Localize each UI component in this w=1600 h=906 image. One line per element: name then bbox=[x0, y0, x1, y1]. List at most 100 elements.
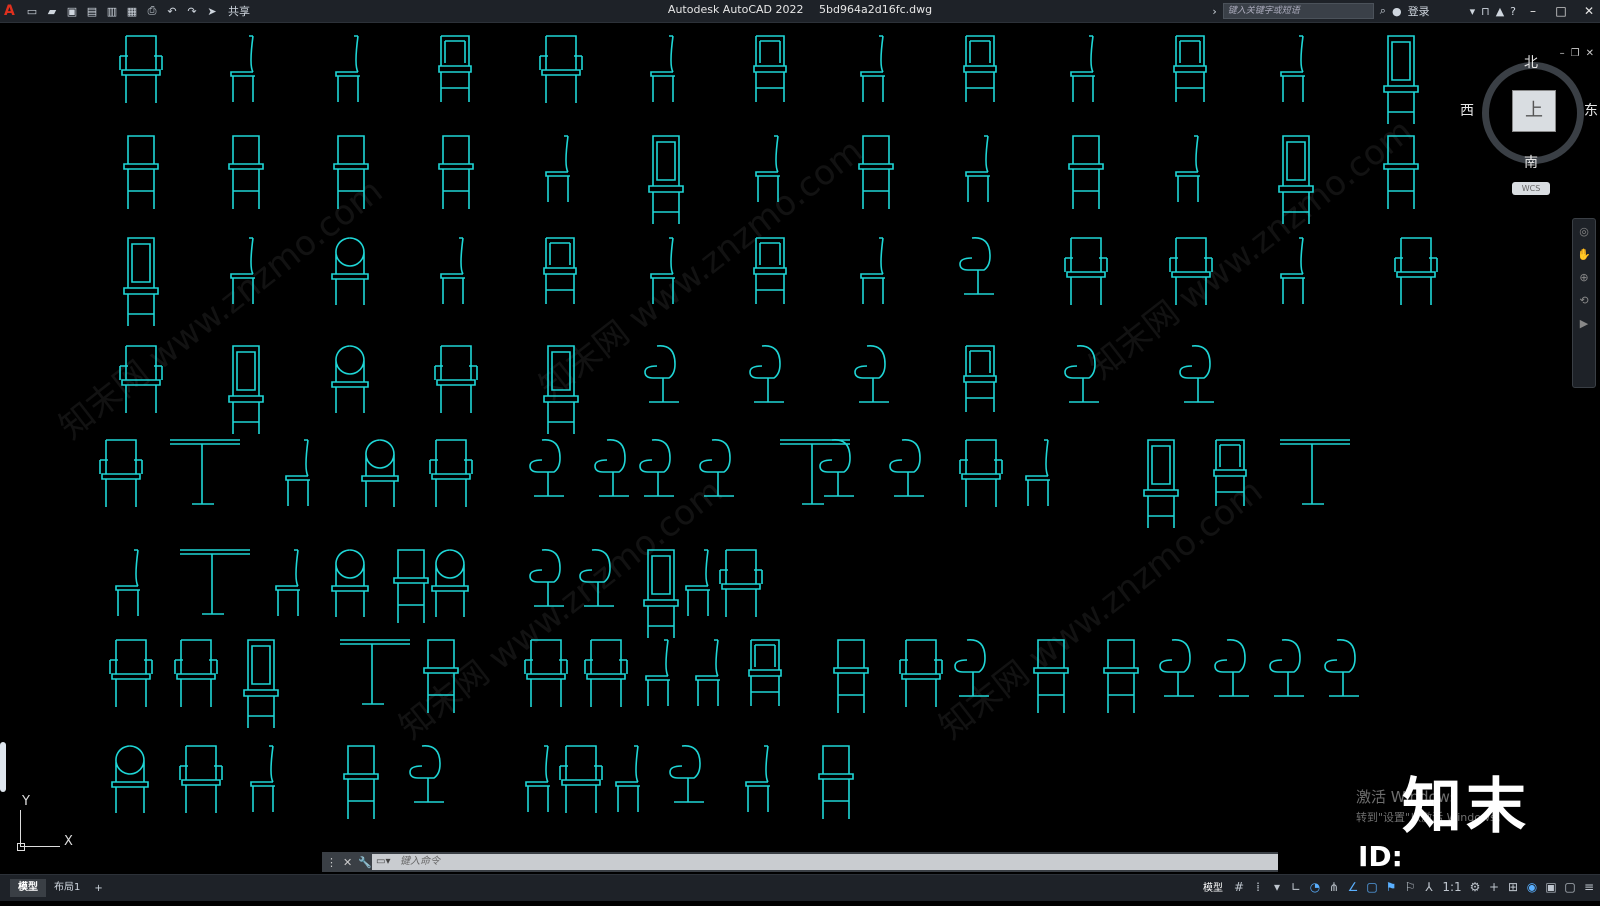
saveas-icon[interactable]: ▤ bbox=[84, 4, 100, 18]
isolate-objects-icon[interactable]: ◉ bbox=[1525, 880, 1539, 894]
model-space-toggle[interactable]: 模型 bbox=[1203, 879, 1227, 894]
ucs-x-label: X bbox=[64, 834, 73, 849]
chair-block-arm bbox=[1064, 237, 1108, 305]
chair-block-side bbox=[285, 439, 310, 506]
compass-west[interactable]: 西 bbox=[1460, 100, 1474, 120]
chair-block-stool bbox=[438, 135, 474, 209]
chair-block-office bbox=[669, 745, 704, 803]
workspace-gear-icon[interactable]: ⚙ bbox=[1468, 880, 1482, 894]
recent-commands-icon[interactable]: ▭▾ bbox=[376, 854, 390, 870]
chair-block-front bbox=[963, 35, 997, 102]
chair-block-office bbox=[1159, 639, 1194, 697]
login-dropdown-icon[interactable]: ▾ bbox=[1470, 5, 1476, 18]
chair-block-arm bbox=[119, 35, 163, 103]
navigation-bar: ◎ ✋ ⊕ ⟲ ▶ bbox=[1572, 218, 1596, 388]
plot-icon[interactable]: ▦ bbox=[124, 4, 140, 18]
help-search-input[interactable]: 键入关键字或短语 bbox=[1222, 3, 1374, 19]
compass-east[interactable]: 东 bbox=[1584, 100, 1598, 120]
tab-model[interactable]: 模型 bbox=[10, 879, 46, 897]
snap-icon[interactable]: ⁞ bbox=[1251, 880, 1265, 894]
search-icon[interactable]: ⌕ bbox=[1380, 4, 1386, 18]
grid-icon[interactable]: # bbox=[1232, 880, 1246, 894]
open-icon[interactable]: ▰ bbox=[44, 4, 60, 18]
chair-block-side bbox=[860, 237, 885, 304]
chair-block-stool bbox=[343, 745, 379, 819]
drawing-viewport[interactable]: – ❐ ✕ 知末网 www.znzmo.com 知末网 www.znzmo.co… bbox=[0, 22, 1600, 874]
snap-dropdown-icon[interactable]: ▾ bbox=[1270, 880, 1284, 894]
annotation-visibility-icon[interactable]: ⚑ bbox=[1384, 880, 1398, 894]
chair-block-round bbox=[431, 549, 469, 617]
chair-block-stool bbox=[833, 639, 869, 713]
viewcube[interactable]: 上 北 南 东 西 bbox=[1460, 55, 1598, 171]
new-icon[interactable]: ▭ bbox=[24, 4, 40, 18]
wcs-menu[interactable]: WCS bbox=[1512, 182, 1550, 195]
annotation-scale-value[interactable]: 1:1 bbox=[1441, 880, 1463, 894]
cart-icon[interactable]: ⊓ bbox=[1481, 5, 1490, 18]
save-icon[interactable]: ▣ bbox=[64, 4, 80, 18]
chair-block-arm bbox=[559, 745, 603, 813]
command-input[interactable]: ▭▾ 键入命令 bbox=[372, 854, 1278, 870]
publish-icon[interactable]: ▥ bbox=[104, 4, 120, 18]
ortho-icon[interactable]: ∟ bbox=[1289, 880, 1303, 894]
share-icon[interactable]: ➤ bbox=[204, 4, 220, 18]
user-icon[interactable]: ● bbox=[1392, 5, 1402, 18]
maximize-button[interactable]: □ bbox=[1550, 4, 1572, 18]
autocad-logo-icon[interactable]: A bbox=[4, 3, 20, 19]
print-icon[interactable]: ⎙ bbox=[144, 4, 160, 18]
annotation-monitor-icon[interactable]: + bbox=[1487, 880, 1501, 894]
viewcube-top-face[interactable]: 上 bbox=[1512, 90, 1556, 132]
left-edge-handle[interactable] bbox=[0, 742, 6, 792]
grip-icon[interactable]: ⋮ bbox=[326, 856, 337, 869]
chair-block-tall bbox=[243, 639, 279, 728]
drawing-close-icon[interactable]: ✕ bbox=[1586, 48, 1594, 59]
chair-block-office bbox=[954, 639, 989, 697]
chair-block-side bbox=[685, 549, 710, 616]
add-layout-button[interactable]: + bbox=[88, 883, 108, 894]
polar-tracking-icon[interactable]: ◔ bbox=[1308, 880, 1322, 894]
expand-arrow-icon[interactable]: › bbox=[1212, 5, 1216, 18]
chair-block-arm bbox=[119, 345, 163, 413]
annotation-scale-icon[interactable]: ⅄ bbox=[1422, 880, 1436, 894]
chair-block-side bbox=[1025, 439, 1050, 506]
share-button[interactable]: 共享 bbox=[228, 3, 250, 19]
chair-block-tall bbox=[123, 237, 159, 326]
chair-block-round bbox=[361, 439, 399, 507]
steering-wheel-icon[interactable]: ◎ bbox=[1579, 225, 1589, 238]
orbit-icon[interactable]: ⟲ bbox=[1579, 294, 1588, 307]
object-snap-icon[interactable]: ▢ bbox=[1365, 880, 1379, 894]
zoom-icon[interactable]: ⊕ bbox=[1579, 271, 1588, 284]
customization-menu-icon[interactable]: ≡ bbox=[1582, 880, 1596, 894]
chair-block-office bbox=[529, 549, 564, 607]
auto-scale-icon[interactable]: ⚐ bbox=[1403, 880, 1417, 894]
pan-icon[interactable]: ✋ bbox=[1577, 248, 1591, 261]
clean-screen-icon[interactable]: ▢ bbox=[1563, 880, 1577, 894]
undo-icon[interactable]: ↶ bbox=[164, 4, 180, 18]
chair-block-arm bbox=[429, 439, 473, 507]
object-snap-tracking-icon[interactable]: ∠ bbox=[1346, 880, 1360, 894]
customize-icon[interactable]: 🔧 bbox=[358, 856, 372, 869]
chair-block-arm bbox=[1169, 237, 1213, 305]
chair-block-side bbox=[525, 745, 550, 812]
chair-block-front bbox=[748, 639, 782, 706]
chair-block-side bbox=[230, 35, 255, 102]
units-icon[interactable]: ⊞ bbox=[1506, 880, 1520, 894]
minimize-button[interactable]: – bbox=[1522, 4, 1544, 18]
login-button[interactable]: 登录 bbox=[1408, 3, 1430, 19]
isodraft-icon[interactable]: ⋔ bbox=[1327, 880, 1341, 894]
close-button[interactable]: ✕ bbox=[1578, 4, 1600, 18]
compass-south[interactable]: 南 bbox=[1524, 152, 1538, 172]
chair-block-tall bbox=[543, 345, 579, 434]
chair-block-side bbox=[545, 135, 570, 202]
title-bar: A ▭ ▰ ▣ ▤ ▥ ▦ ⎙ ↶ ↷ ➤ 共享 Autodesk AutoCA… bbox=[0, 0, 1600, 23]
help-icon[interactable]: ? bbox=[1510, 5, 1516, 18]
redo-icon[interactable]: ↷ bbox=[184, 4, 200, 18]
compass-north[interactable]: 北 bbox=[1524, 52, 1538, 72]
close-cmd-icon[interactable]: ✕ bbox=[343, 856, 352, 869]
command-line: ⋮ ✕ 🔧 ▭▾ 键入命令 bbox=[322, 852, 1278, 872]
status-bar: 模型 布局1 + 模型 # ⁞ ▾ ∟ ◔ ⋔ ∠ ▢ ⚑ ⚐ ⅄ 1:1 ⚙ … bbox=[0, 874, 1600, 901]
showmotion-icon[interactable]: ▶ bbox=[1580, 317, 1588, 330]
tab-layout1[interactable]: 布局1 bbox=[46, 879, 88, 897]
chair-block-side bbox=[230, 237, 255, 304]
hardware-acceleration-icon[interactable]: ▣ bbox=[1544, 880, 1558, 894]
autodesk-a360-icon[interactable]: ▲ bbox=[1496, 5, 1504, 18]
